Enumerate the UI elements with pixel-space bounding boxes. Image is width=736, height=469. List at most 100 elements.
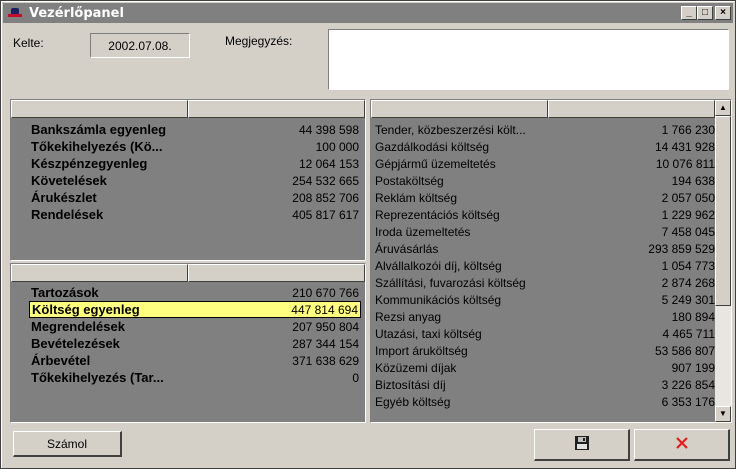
row-value: 194 638 — [671, 173, 715, 188]
costs-header-value[interactable] — [548, 100, 715, 118]
title-bar[interactable]: Vezérlőpanel _ □ × — [3, 3, 733, 23]
table-row[interactable]: Szállítási, fuvarozási költség 2 874 268 — [371, 274, 715, 291]
row-value: 5 249 301 — [661, 292, 715, 307]
calculate-label: Számol — [46, 436, 87, 451]
row-value: 405 817 617 — [292, 207, 359, 222]
row-value: 7 458 045 — [661, 224, 715, 239]
row-name: Reklám költség — [375, 190, 458, 205]
row-name: Készpénzegyenleg — [31, 156, 148, 171]
maximize-button[interactable]: □ — [697, 6, 713, 20]
row-value: 1 054 773 — [661, 258, 715, 273]
row-name: Rendelések — [31, 207, 104, 222]
date-field[interactable]: 2002.07.08. — [90, 33, 190, 58]
date-label: Kelte: — [13, 36, 44, 50]
liabilities-header-name[interactable] — [11, 264, 188, 282]
table-row[interactable]: Bankszámla egyenleg 44 398 598 — [11, 121, 365, 138]
row-name: Import áruköltség — [375, 343, 468, 358]
row-value: 180 894 — [671, 309, 715, 324]
close-icon: × — [720, 7, 726, 18]
table-row[interactable]: Rendelések 405 817 617 — [11, 206, 365, 223]
table-row[interactable]: Kommunikációs költség 5 249 301 — [371, 291, 715, 308]
row-name: Egyéb költség — [375, 394, 451, 409]
row-value: 44 398 598 — [298, 122, 359, 137]
row-name: Rezsi anyag — [375, 309, 442, 324]
row-name: Gépjármű üzemeltetés — [375, 156, 496, 171]
row-name: Alvállalkozói díj, költség — [375, 258, 502, 273]
window-title: Vezérlőpanel — [29, 5, 124, 21]
table-row-selected[interactable]: Költség egyenleg 447 814 694 — [29, 301, 361, 318]
costs-grid[interactable]: Tender, közbeszerzési költ... 1 766 230 Ga… — [370, 99, 732, 423]
row-value: 6 353 176 — [661, 394, 715, 409]
row-name: Gazdálkodási költség — [375, 139, 490, 154]
scroll-up-button[interactable]: ▲ — [715, 100, 731, 116]
row-value: 1 229 962 — [661, 207, 715, 222]
row-value: 254 532 665 — [292, 173, 359, 188]
table-row[interactable]: Tőkekihelyezés (Kö... 100 000 — [11, 138, 365, 155]
row-value: 0 — [352, 370, 359, 385]
assets-header-name[interactable] — [11, 100, 188, 118]
minimize-icon: _ — [686, 7, 692, 18]
table-row[interactable]: Tender, közbeszerzési költ... 1 766 230 — [371, 121, 715, 138]
row-value: 208 852 706 — [292, 190, 359, 205]
costs-header-name[interactable] — [371, 100, 548, 118]
minimize-button[interactable]: _ — [681, 6, 697, 20]
table-row[interactable]: Árbevétel 371 638 629 — [11, 352, 365, 369]
row-value: 12 064 153 — [298, 156, 359, 171]
up-arrow-icon: ▲ — [719, 103, 727, 112]
close-button[interactable]: × — [715, 6, 731, 20]
table-row[interactable]: Biztosítási díj 3 226 854 — [371, 376, 715, 393]
row-value: 53 586 807 — [654, 343, 715, 358]
row-name: Tender, közbeszerzési költ... — [375, 122, 526, 137]
scroll-thumb[interactable] — [715, 116, 731, 306]
row-value: 371 638 629 — [292, 353, 359, 368]
row-name: Költség egyenleg — [32, 302, 140, 317]
liabilities-header-value[interactable] — [188, 264, 365, 282]
row-name: Biztosítási díj — [375, 377, 446, 392]
table-row[interactable]: Alvállalkozói díj, költség 1 054 773 — [371, 257, 715, 274]
table-row[interactable]: Import áruköltség 53 586 807 — [371, 342, 715, 359]
table-row[interactable]: Iroda üzemeltetés 7 458 045 — [371, 223, 715, 240]
row-value: 207 950 804 — [292, 319, 359, 334]
row-name: Szállítási, fuvarozási költség — [375, 275, 526, 290]
table-row[interactable]: Bevételezések 287 344 154 — [11, 335, 365, 352]
assets-grid[interactable]: Bankszámla egyenleg 44 398 598 Tőkekihelye… — [10, 99, 366, 261]
row-name: Iroda üzemeltetés — [375, 224, 471, 239]
table-row[interactable]: Gépjármű üzemeltetés 10 076 811 — [371, 155, 715, 172]
scroll-down-button[interactable]: ▼ — [715, 406, 731, 422]
table-row[interactable]: Készpénzegyenleg 12 064 153 — [11, 155, 365, 172]
row-value: 10 076 811 — [655, 156, 715, 171]
row-name: Kommunikációs költség — [375, 292, 502, 307]
row-value: 100 000 — [315, 139, 359, 154]
row-value: 2 874 268 — [661, 275, 715, 290]
table-row[interactable]: Utazási, taxi költség 4 465 711 — [371, 325, 715, 342]
table-row[interactable]: Tőkekihelyezés (Tar... 0 — [11, 369, 365, 386]
row-name: Bevételezések — [31, 336, 120, 351]
table-row[interactable]: Tartozások 210 670 766 — [11, 284, 365, 301]
row-name: Tartozások — [31, 285, 99, 300]
calculate-button[interactable]: Számol — [13, 431, 122, 457]
table-row[interactable]: Közüzemi díjak 907 199 — [371, 359, 715, 376]
note-textarea[interactable] — [328, 29, 729, 90]
costs-vertical-scrollbar[interactable]: ▲ ▼ — [715, 100, 731, 422]
table-row[interactable]: Megrendelések 207 950 804 — [11, 318, 365, 335]
table-row[interactable]: Követelések 254 532 665 — [11, 172, 365, 189]
row-value: 3 226 854 — [661, 377, 715, 392]
table-row[interactable]: Egyéb költség 6 353 176 — [371, 393, 715, 410]
table-row[interactable]: Postaköltség 194 638 — [371, 172, 715, 189]
assets-header-value[interactable] — [188, 100, 365, 118]
cancel-button[interactable] — [634, 429, 730, 461]
row-value: 14 431 928 — [654, 139, 715, 154]
table-row[interactable]: Áruvásárlás 293 859 529 — [371, 240, 715, 257]
down-arrow-icon: ▼ — [719, 409, 727, 418]
table-row[interactable]: Reprezentációs költség 1 229 962 — [371, 206, 715, 223]
row-name: Közüzemi díjak — [375, 360, 457, 375]
save-button[interactable] — [534, 429, 630, 461]
control-panel-window: Vezérlőpanel _ □ × Kelte: 2002.07.08. Me… — [0, 0, 736, 469]
liabilities-grid[interactable]: Tartozások 210 670 766 Költség egyenleg 447… — [10, 263, 366, 423]
table-row[interactable]: Árukészlet 208 852 706 — [11, 189, 365, 206]
row-name: Tőkekihelyezés (Kö... — [31, 139, 163, 154]
table-row[interactable]: Rezsi anyag 180 894 — [371, 308, 715, 325]
table-row[interactable]: Gazdálkodási költség 14 431 928 — [371, 138, 715, 155]
row-value: 293 859 529 — [648, 241, 715, 256]
table-row[interactable]: Reklám költség 2 057 050 — [371, 189, 715, 206]
